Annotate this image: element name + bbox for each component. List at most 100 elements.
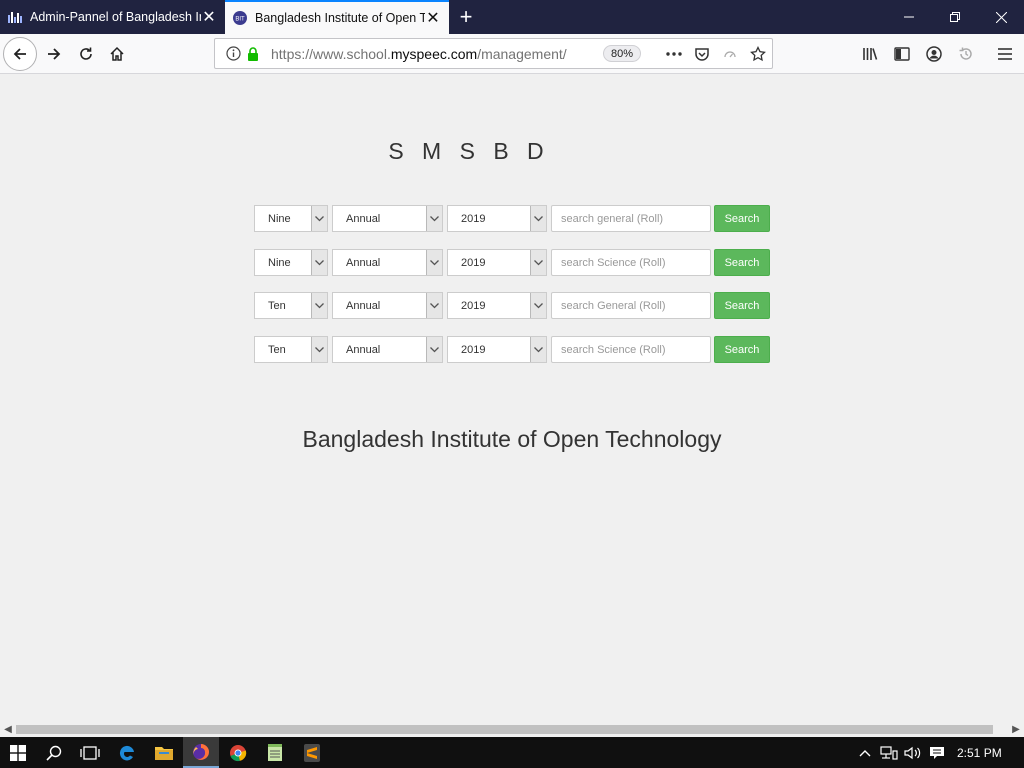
url-text[interactable]: https://www.school.myspeec.com/managemen…: [271, 46, 567, 62]
search-button[interactable]: Search: [714, 205, 770, 232]
restore-icon[interactable]: [932, 0, 978, 34]
start-icon[interactable]: [0, 737, 36, 768]
year-select-value: 2019: [461, 212, 486, 225]
class-select-value: Nine: [268, 256, 291, 269]
bookmark-star-icon[interactable]: [748, 44, 768, 64]
horizontal-scrollbar[interactable]: ◀ ▶: [0, 722, 1024, 737]
edge-icon[interactable]: [109, 737, 145, 768]
class-select-value: Ten: [268, 343, 286, 356]
hamburger-menu-icon[interactable]: [993, 42, 1017, 66]
tab-title: Admin-Pannel of Bangladesh In: [30, 10, 201, 24]
exam-select-value: Annual: [346, 343, 381, 356]
firefox-icon[interactable]: [183, 737, 219, 768]
history-icon[interactable]: [954, 42, 978, 66]
page-actions-icon[interactable]: [664, 44, 684, 64]
exam-select[interactable]: Annual: [332, 249, 443, 276]
roll-search-input[interactable]: [551, 292, 711, 319]
url-host: myspeec.com: [390, 45, 478, 62]
zoom-level-badge[interactable]: 80%: [603, 45, 641, 62]
year-select-value: 2019: [461, 256, 486, 269]
lock-icon: [243, 46, 263, 61]
library-icon[interactable]: [858, 42, 882, 66]
year-select[interactable]: 2019: [447, 292, 547, 319]
scroll-left-icon[interactable]: ◀: [0, 722, 16, 737]
exam-select[interactable]: Annual: [332, 205, 443, 232]
year-select-value: 2019: [461, 299, 486, 312]
bit-favicon-icon: BIT: [233, 11, 247, 25]
class-select[interactable]: Nine: [254, 249, 328, 276]
site-info-icon[interactable]: [223, 46, 243, 61]
show-hidden-icons-icon[interactable]: [856, 737, 874, 768]
reader-speed-icon[interactable]: [720, 44, 740, 64]
search-button[interactable]: Search: [714, 249, 770, 276]
chrome-icon[interactable]: [220, 737, 256, 768]
year-select[interactable]: 2019: [447, 336, 547, 363]
chevron-down-icon[interactable]: [311, 337, 327, 362]
forward-arrow-icon[interactable]: [38, 38, 70, 70]
windows-taskbar: 2:51 PM: [0, 737, 1024, 768]
chevron-down-icon[interactable]: [311, 206, 327, 231]
year-select[interactable]: 2019: [447, 249, 547, 276]
chevron-down-icon[interactable]: [530, 250, 546, 275]
notepad-icon[interactable]: [257, 737, 293, 768]
exam-select[interactable]: Annual: [332, 292, 443, 319]
close-tab-icon[interactable]: ✕: [201, 9, 217, 26]
volume-icon[interactable]: [902, 737, 924, 768]
search-row-ten-general: Ten Annual 2019 Search: [254, 292, 770, 319]
tab-title: Bangladesh Institute of Open Te: [255, 11, 425, 25]
close-tab-icon[interactable]: ✕: [425, 10, 441, 27]
chevron-down-icon[interactable]: [530, 337, 546, 362]
roll-search-input[interactable]: [551, 205, 711, 232]
tab-bangladesh-institute[interactable]: BIT Bangladesh Institute of Open Te ✕: [225, 0, 449, 34]
chevron-down-icon[interactable]: [311, 250, 327, 275]
year-select[interactable]: 2019: [447, 205, 547, 232]
exam-select[interactable]: Annual: [332, 336, 443, 363]
back-arrow-icon[interactable]: [3, 37, 37, 71]
chevron-down-icon[interactable]: [426, 206, 442, 231]
taskbar-clock[interactable]: 2:51 PM: [957, 737, 1002, 768]
url-bar[interactable]: https://www.school.myspeec.com/managemen…: [214, 38, 773, 69]
url-prefix: https://www.school.: [271, 45, 391, 62]
minimize-icon[interactable]: [886, 0, 932, 34]
sublime-text-icon[interactable]: [294, 737, 330, 768]
home-icon[interactable]: [101, 38, 133, 70]
brand-heading: S M S B D: [388, 138, 550, 164]
reload-icon[interactable]: [70, 38, 102, 70]
chevron-down-icon[interactable]: [426, 250, 442, 275]
chevron-down-icon[interactable]: [426, 337, 442, 362]
class-select[interactable]: Nine: [254, 205, 328, 232]
browser-tab-strip: Admin-Pannel of Bangladesh In ✕ BIT Bang…: [0, 0, 1024, 34]
class-select[interactable]: Ten: [254, 336, 328, 363]
search-row-ten-science: Ten Annual 2019 Search: [254, 336, 770, 363]
search-button[interactable]: Search: [714, 336, 770, 363]
chevron-down-icon[interactable]: [530, 293, 546, 318]
exam-select-value: Annual: [346, 212, 381, 225]
sidebar-icon[interactable]: [890, 42, 914, 66]
url-path: /management/r: [477, 45, 567, 62]
class-select[interactable]: Ten: [254, 292, 328, 319]
account-icon[interactable]: [922, 42, 946, 66]
roll-search-input[interactable]: [551, 336, 711, 363]
chevron-down-icon[interactable]: [426, 293, 442, 318]
scroll-right-icon[interactable]: ▶: [1008, 722, 1024, 737]
year-select-value: 2019: [461, 343, 486, 356]
pocket-icon[interactable]: [692, 44, 712, 64]
action-center-icon[interactable]: [926, 737, 948, 768]
roll-search-input[interactable]: [551, 249, 711, 276]
scrollbar-thumb[interactable]: [16, 725, 993, 734]
search-row-nine-science: Nine Annual 2019 Search: [254, 249, 770, 276]
search-button[interactable]: Search: [714, 292, 770, 319]
search-icon[interactable]: [36, 737, 72, 768]
close-window-icon[interactable]: [978, 0, 1024, 34]
tab-admin-pannel[interactable]: Admin-Pannel of Bangladesh In ✕: [0, 0, 225, 34]
network-icon[interactable]: [878, 737, 900, 768]
browser-navigation-bar: https://www.school.myspeec.com/managemen…: [0, 34, 1024, 74]
exam-select-value: Annual: [346, 256, 381, 269]
svg-text:BIT: BIT: [235, 17, 245, 23]
new-tab-icon[interactable]: +: [452, 3, 480, 31]
task-view-icon[interactable]: [72, 737, 108, 768]
chevron-down-icon[interactable]: [311, 293, 327, 318]
file-explorer-icon[interactable]: [146, 737, 182, 768]
search-row-nine-general: Nine Annual 2019 Search: [254, 205, 770, 232]
chevron-down-icon[interactable]: [530, 206, 546, 231]
